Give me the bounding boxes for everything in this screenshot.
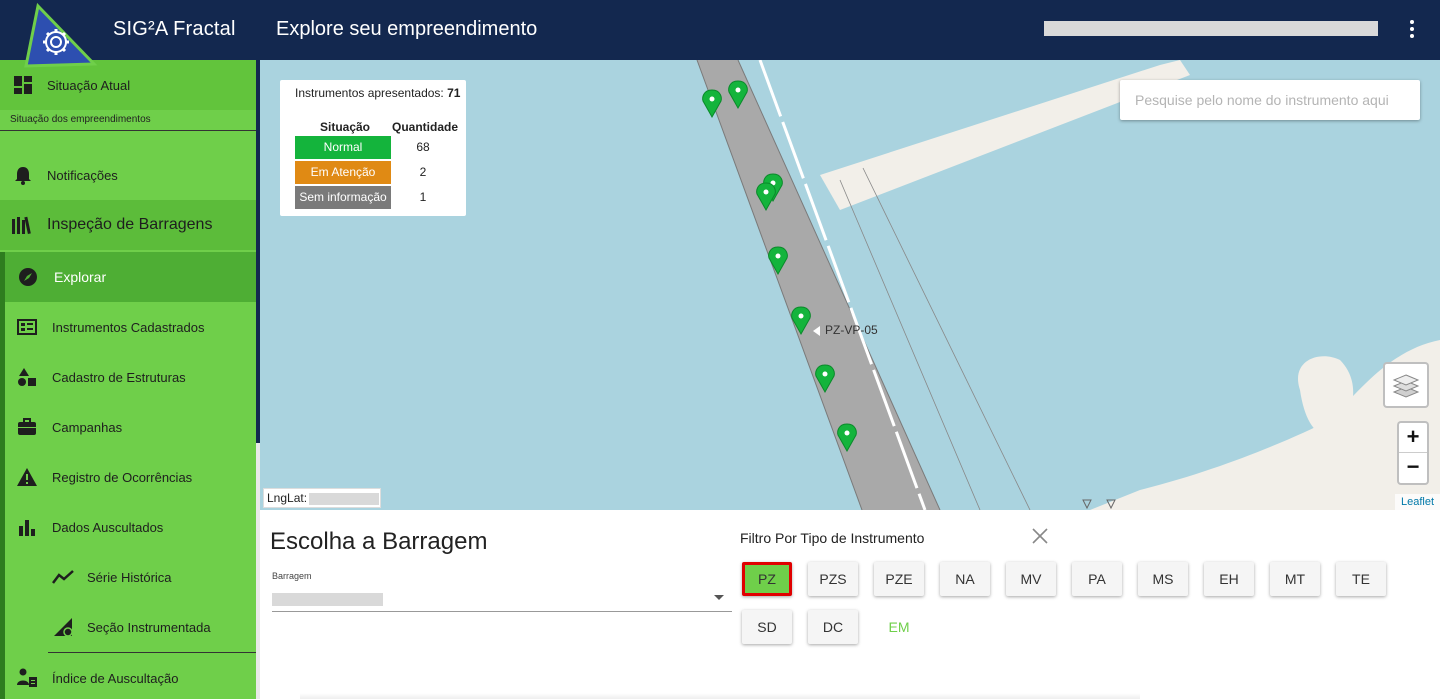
sidebar-item-campanhas[interactable]: Campanhas	[0, 407, 256, 447]
line-chart-icon	[52, 570, 74, 584]
lnglat-value-redacted	[309, 492, 380, 505]
sidebar-item-cadastro-estruturas[interactable]: Cadastro de Estruturas	[0, 357, 256, 397]
zoom-out-button[interactable]: −	[1399, 453, 1427, 483]
legend-title: Instrumentos apresentados: 71	[295, 86, 461, 100]
filter-chip-pa[interactable]: PA	[1072, 562, 1122, 596]
sidebar-item-inspecao[interactable]: Inspeção de Barragens	[0, 200, 256, 250]
sidebar-item-secao-instrumentada[interactable]: Seção Instrumentada	[0, 607, 256, 647]
filter-chip-na[interactable]: NA	[940, 562, 990, 596]
barragem-field-label: Barragem	[272, 571, 312, 581]
filter-chip-ms[interactable]: MS	[1138, 562, 1188, 596]
legend-col-quantidade: Quantidade	[392, 120, 459, 134]
sidebar-item-label: Inspeção de Barragens	[47, 216, 213, 233]
gear-triangle-logo-icon[interactable]	[24, 2, 98, 68]
filter-chip-eh[interactable]: EH	[1204, 562, 1254, 596]
sidebar-item-label: Seção Instrumentada	[87, 619, 211, 635]
compass-icon	[19, 268, 37, 286]
zoom-control: + −	[1397, 421, 1429, 485]
sidebar-item-indice-auscultacao[interactable]: Índice de Auscultação	[0, 658, 256, 698]
shapes-icon	[18, 368, 36, 386]
page-title: Explore seu empreendimento	[276, 18, 538, 40]
sidebar-divider	[48, 652, 256, 653]
briefcase-icon	[18, 418, 36, 435]
sidebar-item-label: Campanhas	[52, 419, 123, 435]
top-app-bar: SIG²A Fractal Explore seu empreendimento	[0, 0, 1440, 68]
filter-chip-te[interactable]: TE	[1336, 562, 1386, 596]
legend-status-normal: Normal	[295, 136, 391, 159]
lnglat-readout: LngLat:	[263, 488, 381, 508]
barragem-select-underline	[272, 611, 732, 612]
filter-chip-pzs[interactable]: PZS	[808, 562, 858, 596]
legend-total: 71	[447, 86, 461, 100]
warning-icon	[17, 468, 37, 486]
filter-title: Filtro Por Tipo de Instrumento	[740, 530, 925, 546]
sidebar-item-label: Índice de Auscultação	[52, 670, 179, 686]
barragem-select-value[interactable]	[272, 593, 383, 606]
filter-chip-mv[interactable]: MV	[1006, 562, 1056, 596]
filter-chip-pze[interactable]: PZE	[874, 562, 924, 596]
legend-count-atencao: 2	[419, 165, 427, 179]
sidebar-item-label: Dados Auscultados	[52, 519, 164, 535]
filter-chip-em[interactable]: EM	[874, 610, 924, 644]
chooser-title: Escolha a Barragem	[270, 528, 488, 555]
bell-icon	[15, 167, 31, 185]
sidebar-item-label: Instrumentos Cadastrados	[52, 319, 205, 335]
sidebar-item-label: Série Histórica	[87, 569, 172, 585]
bottom-panel: Escolha a Barragem Barragem Filtro Por T…	[260, 510, 1440, 699]
sidebar-item-label: Situação Atual	[47, 77, 131, 93]
sidebar: Situação Atual Situação dos empreendimen…	[0, 60, 256, 699]
sidebar-item-label: Notificações	[47, 167, 118, 183]
content-card-edge	[300, 693, 1140, 699]
sidebar-item-notificacoes[interactable]: Notificações	[0, 155, 256, 195]
filter-chip-sd[interactable]: SD	[742, 610, 792, 644]
books-icon	[12, 216, 31, 235]
leaflet-attribution-link[interactable]: Leaflet	[1395, 494, 1440, 510]
filter-chip-dc[interactable]: DC	[808, 610, 858, 644]
sidebar-item-label: Cadastro de Estruturas	[52, 369, 186, 385]
dashboard-icon	[14, 76, 32, 94]
sidebar-item-label: Registro de Ocorrências	[52, 469, 193, 485]
triangle-gear-icon	[54, 618, 73, 637]
sidebar-item-dados-auscultados[interactable]: Dados Auscultados	[0, 507, 256, 547]
legend-status-atencao: Em Atenção	[295, 161, 391, 184]
layers-icon	[1392, 374, 1420, 398]
sidebar-item-ocorrencias[interactable]: Registro de Ocorrências	[0, 457, 256, 497]
instrument-search-input[interactable]	[1120, 80, 1420, 120]
legend-count-normal: 68	[416, 140, 430, 154]
app-title: SIG²A Fractal	[113, 18, 236, 40]
legend-count-sem-info: 1	[419, 190, 427, 204]
sidebar-item-explorar[interactable]: Explorar	[5, 252, 256, 302]
sidebar-item-label: Explorar	[54, 269, 107, 285]
layers-control[interactable]	[1383, 362, 1429, 408]
bar-chart-icon	[19, 520, 35, 536]
instrument-marker-label[interactable]: PZ-VP-05	[825, 323, 878, 337]
close-x-icon[interactable]	[1030, 526, 1050, 546]
sidebar-divider	[0, 130, 256, 131]
legend-col-situacao: Situação	[320, 120, 371, 134]
chevron-down-icon[interactable]	[714, 595, 724, 600]
legend-status-sem-info: Sem informação	[295, 186, 391, 209]
kebab-menu-icon[interactable]	[1404, 18, 1420, 40]
zoom-in-button[interactable]: +	[1399, 423, 1427, 453]
chart-grid-icon	[17, 319, 37, 335]
sidebar-section-subtitle: Situação dos empreendimentos	[10, 114, 151, 125]
filter-chip-mt[interactable]: MT	[1270, 562, 1320, 596]
instrument-legend: Instrumentos apresentados: 71 Situação Q…	[280, 80, 466, 216]
map-canvas[interactable]: PZ-VP-05 Instrumentos apresentados: 71 S…	[260, 60, 1440, 510]
person-document-icon	[17, 668, 37, 687]
user-name-redacted	[1044, 21, 1378, 36]
sidebar-item-serie-historica[interactable]: Série Histórica	[0, 557, 256, 597]
sidebar-item-instrumentos[interactable]: Instrumentos Cadastrados	[0, 307, 256, 347]
filter-chip-pz[interactable]: PZ	[742, 562, 792, 596]
